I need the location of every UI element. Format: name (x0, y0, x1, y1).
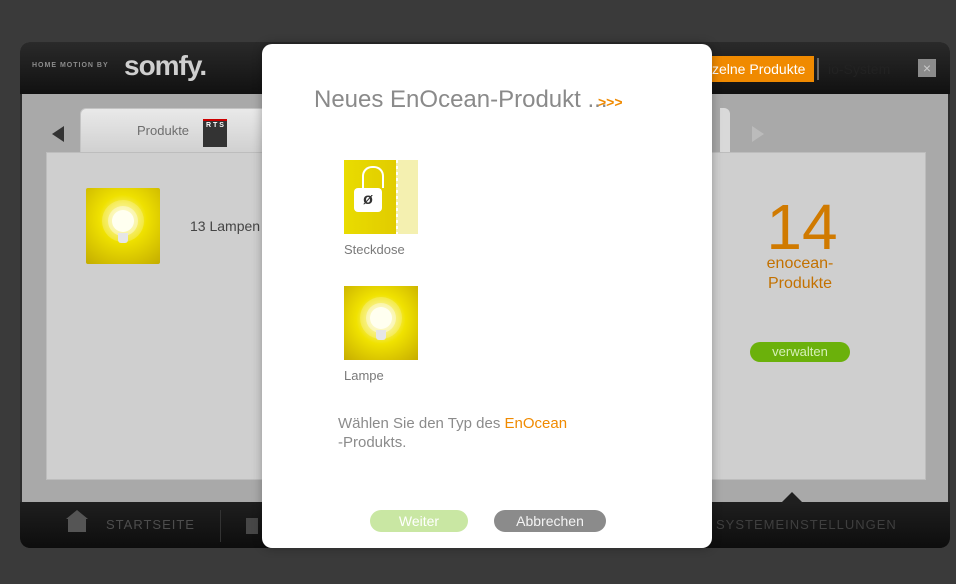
more-link[interactable]: >>> (598, 94, 623, 110)
enocean-label-line2: Produkte (767, 275, 833, 292)
bulb-icon (370, 307, 392, 329)
enocean-count: 14 (766, 191, 838, 263)
chevron-right-icon[interactable] (752, 126, 764, 142)
dialog-title: Neues EnOcean-Produkt ... (314, 86, 608, 113)
lamp-category-icon[interactable] (86, 188, 160, 264)
bulb-base-icon (376, 330, 386, 340)
tab-io-system[interactable]: io-System (828, 56, 890, 82)
tab-products-active[interactable]: zelne Produkte (708, 56, 814, 82)
instruction-highlight: EnOcean (504, 415, 568, 432)
option-lampe[interactable]: Lampe (344, 286, 420, 383)
option-steckdose[interactable]: ø Steckdose (344, 160, 420, 257)
next-button[interactable]: Weiter (370, 510, 468, 532)
lamp-bulb-icon[interactable] (344, 286, 418, 360)
manage-button[interactable]: verwalten (750, 342, 850, 362)
tab-right-edge (720, 108, 730, 152)
instruction-suffix: -Produkts. (338, 434, 407, 451)
bulb-base-icon (118, 233, 128, 243)
option-lampe-label: Lampe (344, 368, 384, 383)
chevron-left-icon[interactable] (52, 126, 64, 142)
nav-home-label[interactable]: STARTSEITE (106, 517, 195, 532)
nav-settings-label[interactable]: SYSTEMEINSTELLUNGEN (716, 517, 897, 532)
lamp-count-text: 13 Lampen (190, 218, 261, 234)
cancel-button[interactable]: Abbrechen (494, 510, 606, 532)
somfy-logo: somfy. (124, 50, 207, 81)
bulb-icon (112, 210, 134, 232)
plug-symbol: ø (354, 188, 382, 212)
bottom-divider (220, 510, 221, 542)
tab-separator (817, 58, 819, 80)
cable-icon (362, 166, 384, 188)
brand-tagline: HOME MOTION BY (32, 62, 109, 69)
rts-badge: R T S (203, 119, 227, 147)
new-enocean-product-dialog: Neues EnOcean-Produkt ... >>> ø Steckdos… (262, 44, 712, 548)
document-icon[interactable] (246, 518, 258, 534)
settings-pointer-icon (780, 492, 804, 504)
option-steckdose-label: Steckdose (344, 242, 405, 257)
power-plug-icon[interactable]: ø (344, 160, 418, 234)
socket-dots (396, 160, 398, 234)
home-icon[interactable] (68, 518, 86, 532)
tab-products[interactable]: Produkte R T S (80, 108, 292, 153)
tab-products-label: Produkte (137, 123, 190, 138)
enocean-count-label: enocean- Produkte (748, 254, 852, 294)
enocean-label-line1: enocean- (766, 255, 834, 272)
close-icon[interactable]: × (918, 59, 936, 77)
instruction-text: Wählen Sie den Typ des EnOcean -Produkts… (338, 414, 638, 452)
instruction-prefix: Wählen Sie den Typ des (338, 415, 505, 432)
